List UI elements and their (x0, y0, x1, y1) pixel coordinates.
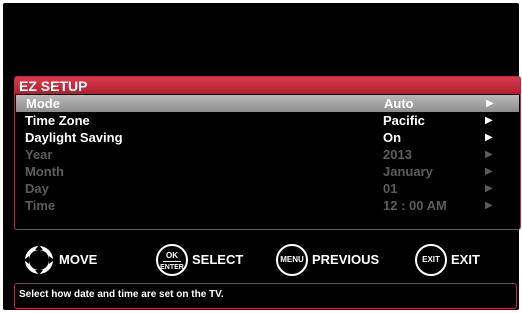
menu-button-text: MENU (280, 255, 304, 264)
right-arrow-icon: ▶ (485, 166, 493, 177)
help-bar: Select how date and time are set on the … (14, 283, 517, 309)
help-text: Select how date and time are set on the … (19, 289, 224, 300)
menu-row-time-zone[interactable]: Time Zone Pacific ▶ (15, 112, 520, 129)
row-label: Mode (26, 96, 60, 111)
row-value: Pacific (383, 113, 425, 128)
ok-text: OK (166, 251, 178, 260)
right-arrow-icon: ▶ (485, 200, 493, 211)
row-value: 12 : 00 AM (383, 198, 447, 213)
menu-row-month: Month January ▶ (15, 163, 520, 180)
row-label: Year (25, 147, 53, 162)
right-arrow-icon: ▶ (485, 132, 493, 143)
menu-row-time: Time 12 : 00 AM ▶ (15, 197, 520, 214)
row-label: Month (25, 164, 64, 179)
enter-text: ENTER (160, 264, 184, 271)
menu-row-day: Day 01 ▶ (15, 180, 520, 197)
menu-row-daylight-saving[interactable]: Daylight Saving On ▶ (15, 129, 520, 146)
row-value: Auto (384, 96, 414, 111)
move-label: MOVE (59, 252, 98, 267)
row-label: Daylight Saving (25, 130, 123, 145)
menu-title: EZ SETUP (19, 78, 88, 94)
dpad-icon (24, 245, 54, 275)
ok-enter-divider (163, 261, 181, 262)
menu-button-icon: MENU (276, 244, 308, 276)
select-label: SELECT (192, 252, 244, 267)
row-value: 01 (383, 181, 398, 196)
exit-button-icon: EXIT (415, 244, 447, 276)
menu-row-year: Year 2013 ▶ (15, 146, 520, 163)
row-label: Time Zone (25, 113, 90, 128)
right-arrow-icon: ▶ (485, 115, 493, 126)
row-label: Time (25, 198, 56, 213)
ez-setup-menu: EZ SETUP Mode Auto ▶ Time Zone Pacific ▶… (14, 76, 521, 230)
row-label: Day (25, 181, 49, 196)
ok-enter-button-icon: OK ENTER (156, 244, 188, 276)
row-value: 2013 (383, 147, 412, 162)
exit-button-text: EXIT (422, 255, 440, 264)
previous-label: PREVIOUS (312, 252, 380, 267)
right-arrow-icon: ▶ (486, 98, 494, 109)
row-value: January (383, 164, 433, 179)
tv-screen: EZ SETUP Mode Auto ▶ Time Zone Pacific ▶… (3, 3, 521, 310)
right-arrow-icon: ▶ (485, 149, 493, 160)
right-arrow-icon: ▶ (485, 183, 493, 194)
button-legend: MOVE OK ENTER SELECT MENU PREVIOUS EXIT … (23, 244, 503, 276)
exit-label: EXIT (451, 252, 480, 267)
row-value: On (383, 130, 402, 145)
menu-row-mode[interactable]: Mode Auto ▶ (16, 95, 519, 112)
menu-header: EZ SETUP (15, 77, 520, 94)
